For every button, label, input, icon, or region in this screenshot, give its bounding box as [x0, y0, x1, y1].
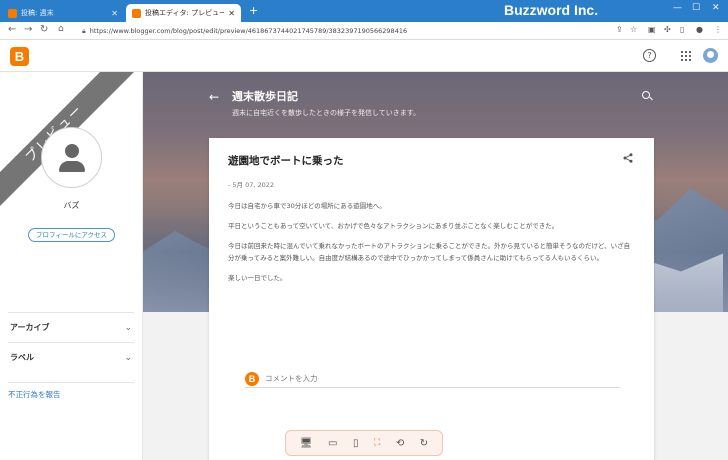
search-icon[interactable] — [642, 91, 650, 99]
chevron-down-icon: ⌄ — [124, 322, 132, 333]
post-date: - 5月 07, 2022 — [228, 181, 275, 189]
blogger-favicon-icon — [8, 8, 17, 18]
close-window-icon[interactable]: ✕ — [712, 3, 720, 13]
forward-icon[interactable]: → — [24, 24, 32, 35]
tablet-view-icon[interactable]: ▭ — [328, 438, 337, 449]
home-icon[interactable]: ⌂ — [58, 24, 64, 34]
lock-icon: 🔒︎ — [82, 26, 86, 35]
comment-placeholder: コメントを入力 — [265, 374, 318, 383]
blogger-header: B ? — [0, 40, 728, 72]
extension-icon[interactable]: ▣ — [648, 25, 656, 34]
refresh-icon[interactable]: ↻ — [420, 438, 428, 449]
chevron-down-icon: ⌄ — [124, 352, 132, 363]
archive-label: アーカイブ — [10, 323, 50, 332]
back-arrow-icon[interactable]: ← — [209, 90, 219, 104]
puzzle-icon[interactable]: ✣ — [664, 25, 671, 34]
labels-section[interactable]: ラベル ⌄ — [8, 342, 134, 372]
person-icon — [65, 144, 79, 158]
back-icon[interactable]: ← — [8, 24, 16, 35]
blog-description: 週末に自宅近くを散歩したときの様子を発信していきます。 — [232, 109, 421, 117]
watermark-brand: Buzzword Inc. — [504, 2, 599, 18]
post-paragraph: 楽しい一日でした。 — [228, 274, 287, 282]
visit-profile-button[interactable]: プロフィールにアクセス — [28, 228, 115, 242]
rotate-icon[interactable]: ⟲ — [396, 438, 404, 449]
mobile-view-icon[interactable]: ▯ — [353, 438, 359, 449]
blogger-logo-icon[interactable]: B — [10, 47, 29, 66]
blogger-favicon-icon — [132, 8, 141, 18]
tab-title: 投稿: 週末 — [21, 9, 54, 17]
labels-label: ラベル — [10, 353, 34, 362]
menu-icon[interactable]: ⋮ — [714, 25, 722, 34]
desktop-view-icon[interactable]: 🖥︎ — [300, 438, 313, 449]
post-card: 遊園地でボートに乗った - 5月 07, 2022 今日は自宅から車で30分ほど… — [209, 138, 654, 460]
preview-sidebar: プレビュー バズ プロフィールにアクセス アーカイブ ⌄ ラベル ⌄ 不正行為を… — [0, 72, 143, 460]
tab-editor-preview[interactable]: 投稿エディタ: プレビュー ✕ — [126, 4, 241, 22]
post-paragraph: 今日は自宅から車で30分ほどの場所にある遊園地へ。 — [228, 202, 386, 210]
minimize-icon[interactable]: — — [673, 3, 682, 13]
new-tab-button[interactable]: + — [249, 4, 258, 17]
bookmark-star-icon[interactable]: ☆ — [630, 25, 637, 34]
tab-post-list[interactable]: 投稿: 週末 ✕ — [2, 4, 124, 22]
blogger-comment-icon: B — [245, 371, 259, 386]
profile-avatar — [41, 127, 102, 188]
profile-name: バズ — [63, 201, 80, 210]
post-paragraph: 平日ということもあって空いていて、おかげで色々なアトラクションにあまり並ぶことな… — [228, 222, 559, 230]
reload-icon[interactable]: ↻ — [40, 24, 48, 35]
apps-grid-icon[interactable] — [681, 51, 691, 61]
tab-close-icon[interactable]: ✕ — [228, 9, 235, 18]
post-body: 今日は自宅から車で30分ほどの場所にある遊園地へ。 平日ということもあって空いて… — [228, 200, 636, 292]
blog-title[interactable]: 週末散歩日記 — [232, 88, 298, 104]
url-text: https://www.blogger.com/blog/post/edit/p… — [89, 27, 408, 35]
share-page-icon[interactable]: ⇪ — [616, 25, 623, 34]
share-icon[interactable] — [623, 153, 633, 163]
browser-tab-bar: 投稿: 週末 ✕ 投稿エディタ: プレビュー ✕ + Buzzword Inc.… — [0, 0, 728, 22]
post-title: 遊園地でボートに乗った — [228, 155, 344, 167]
archive-section[interactable]: アーカイブ ⌄ — [8, 312, 134, 342]
help-icon[interactable]: ? — [643, 49, 656, 62]
fullscreen-icon[interactable]: ⛶ — [374, 438, 380, 448]
comment-input[interactable]: B コメントを入力 — [245, 370, 621, 388]
account-avatar[interactable] — [703, 48, 718, 63]
address-bar-row: ← → ↻ ⌂ 🔒︎ https://www.blogger.com/blog/… — [0, 22, 728, 40]
side-panel-icon[interactable]: ▯ — [680, 25, 684, 34]
tab-title: 投稿エディタ: プレビュー — [145, 9, 225, 17]
post-paragraph: 今日は前回来た時に混んでいて乗れなかったボートのアトラクションに乗ることができた… — [228, 242, 631, 262]
profile-icon[interactable]: ● — [696, 25, 703, 34]
device-preview-toolbar: 🖥︎ ▭ ▯ ⛶ ⟲ ↻ — [285, 430, 443, 456]
url-field[interactable]: 🔒︎ https://www.blogger.com/blog/post/edi… — [82, 25, 602, 37]
report-abuse-link[interactable]: 不正行為を報告 — [8, 382, 134, 400]
maximize-icon[interactable]: ☐ — [692, 3, 700, 13]
blog-preview: ← 週末散歩日記 週末に自宅近くを散歩したときの様子を発信していきます。 遊園地… — [143, 72, 728, 460]
tab-close-icon[interactable]: ✕ — [111, 9, 118, 18]
